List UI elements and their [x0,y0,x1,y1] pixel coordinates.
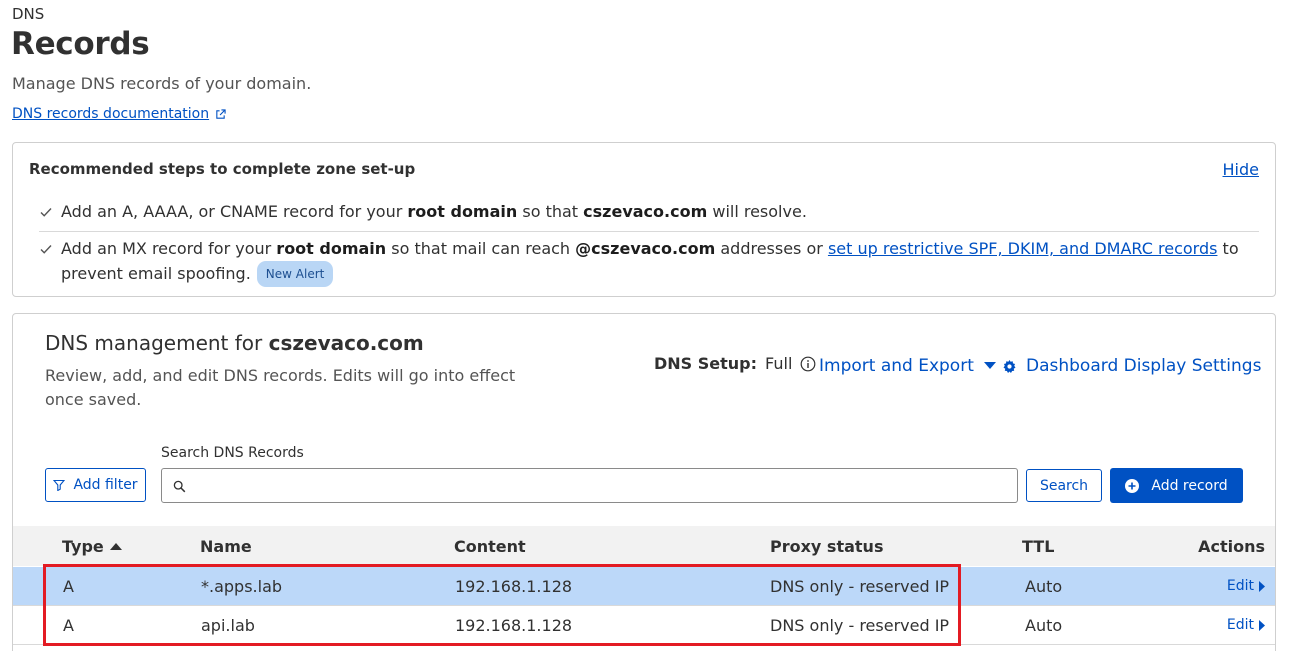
caret-down-icon [983,362,996,369]
add-filter-button[interactable]: Add filter [45,468,146,502]
spf-dkim-dmarc-link[interactable]: set up restrictive SPF, DKIM, and DMARC … [828,239,1218,258]
dns-records-documentation-link[interactable]: DNS records documentation [12,106,226,122]
dns-management-description: Review, add, and edit DNS records. Edits… [45,366,516,409]
caret-right-icon [1259,580,1265,592]
column-header-actions: Actions [1198,537,1265,556]
column-header-content[interactable]: Content [454,537,526,556]
column-header-proxy-status[interactable]: Proxy status [770,537,883,556]
checkmark-icon [40,245,52,254]
step-mx-record-text: Add an MX record for your root domain so… [61,237,1259,287]
edit-button[interactable]: Edit [1227,578,1265,594]
hide-button[interactable]: Hide [1223,160,1259,179]
dashboard-display-settings-button[interactable]: Dashboard Display Settings [1003,356,1261,376]
column-header-type[interactable]: Type [62,537,122,556]
add-filter-label: Add filter [73,477,138,493]
step-root-record: Add an A, AAAA, or CNAME record for your… [39,200,1259,224]
search-input[interactable] [194,471,1009,500]
table-header: Type Name Content Proxy status TTL Actio… [13,526,1275,566]
info-icon[interactable] [800,356,816,372]
add-record-button[interactable]: Add record [1110,468,1243,503]
recommended-steps-title: Recommended steps to complete zone set-u… [29,160,416,178]
cell-ttl: Auto [1025,616,1063,635]
sort-ascending-icon [109,542,122,550]
caret-right-icon [1259,619,1265,631]
import-export-label: Import and Export [819,356,974,376]
doc-link-label: DNS records documentation [12,106,210,122]
dns-management-title: DNS management for cszevaco.com [45,331,424,355]
table-row[interactable]: A *.apps.lab 192.168.1.128 DNS only - re… [13,567,1275,606]
cell-type: A [63,616,74,635]
search-label: Search DNS Records [161,445,304,461]
page-description: Manage DNS records of your domain. [12,74,312,93]
new-alert-badge: New Alert [256,261,334,287]
gear-icon [1003,359,1016,373]
dns-setup-label: DNS Setup: [654,354,758,373]
filter-icon [53,479,66,491]
table-row[interactable]: A api.lab 192.168.1.128 DNS only - reser… [13,606,1275,645]
step-root-record-text: Add an A, AAAA, or CNAME record for your… [61,202,807,221]
cell-type: A [63,577,74,596]
column-header-name[interactable]: Name [200,537,252,556]
column-header-ttl[interactable]: TTL [1022,537,1054,556]
cell-name: api.lab [201,616,255,635]
dns-management-panel: DNS management for cszevaco.com Review, … [12,313,1276,651]
checkmark-icon [40,208,52,217]
search-button[interactable]: Search [1026,469,1102,502]
cell-proxy-status: DNS only - reserved IP [770,577,950,596]
step-mx-record: Add an MX record for your root domain so… [39,237,1259,287]
import-export-button[interactable]: Import and Export [819,356,996,376]
dns-setup-status: DNS Setup: Full [654,354,816,373]
plus-circle-icon [1125,478,1140,493]
dashboard-display-settings-label: Dashboard Display Settings [1026,356,1262,376]
search-icon [173,480,186,493]
cell-ttl: Auto [1025,577,1063,596]
dns-setup-value: Full [765,354,793,373]
divider [39,231,1259,232]
external-link-icon [216,108,226,119]
cell-content: 192.168.1.128 [455,616,573,635]
breadcrumb: DNS [12,5,45,23]
edit-button[interactable]: Edit [1227,617,1265,633]
recommended-steps-panel: Recommended steps to complete zone set-u… [12,142,1276,297]
cell-name: *.apps.lab [201,577,283,596]
add-record-label: Add record [1151,477,1228,494]
cell-content: 192.168.1.128 [455,577,573,596]
page-title: Records [11,26,150,62]
cell-proxy-status: DNS only - reserved IP [770,616,950,635]
search-dns-records-field[interactable] [161,468,1018,503]
